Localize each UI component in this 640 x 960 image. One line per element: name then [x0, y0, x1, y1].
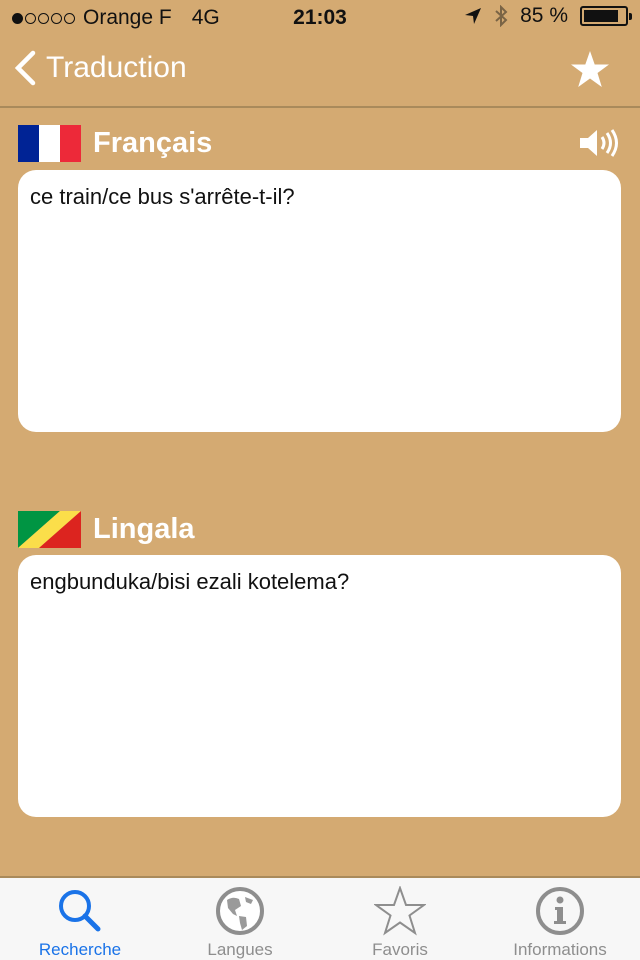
battery-percent: 85 % [520, 4, 568, 27]
star-outline-icon [374, 886, 426, 936]
network-type: 4G [191, 6, 220, 29]
tab-recherche[interactable]: Recherche [0, 878, 160, 960]
tab-label: Informations [513, 940, 607, 959]
tab-label: Recherche [38, 940, 122, 959]
target-text: engbunduka/bisi ezali kotelema? [30, 569, 350, 594]
star-icon [571, 51, 609, 87]
back-label: Traduction [46, 51, 187, 84]
back-button[interactable]: Traduction [14, 50, 187, 86]
source-text: ce train/ce bus s'arrête-t-il? [30, 184, 295, 209]
bluetooth-icon [495, 5, 508, 27]
search-icon [59, 890, 101, 932]
target-language-name: Lingala [93, 513, 195, 545]
globe-icon [216, 887, 264, 935]
status-bar: Orange F 4G 21:03 85 % [0, 0, 640, 36]
speaker-icon [580, 129, 618, 157]
tab-langues[interactable]: Langues [160, 878, 320, 960]
speak-button[interactable] [578, 128, 620, 163]
source-language-header: Français [18, 125, 212, 162]
tab-favoris[interactable]: Favoris [320, 878, 480, 960]
target-text-box[interactable]: engbunduka/bisi ezali kotelema? [18, 555, 621, 817]
source-language-name: Français [93, 127, 213, 159]
location-arrow-icon [465, 8, 482, 24]
info-icon [536, 887, 584, 935]
chevron-left-icon [14, 50, 36, 86]
tab-label: Langues [207, 940, 273, 959]
carrier-name: Orange F [83, 6, 172, 29]
signal-strength-icon [12, 12, 75, 24]
battery-icon [580, 6, 632, 26]
tab-bar: Recherche Langues Favoris Informations [0, 876, 640, 960]
target-language-header: Lingala [18, 511, 195, 548]
tab-label: Favoris [372, 940, 428, 959]
tab-informations[interactable]: Informations [480, 878, 640, 960]
congo-flag-icon [18, 511, 81, 548]
source-text-box[interactable]: ce train/ce bus s'arrête-t-il? [18, 170, 621, 432]
navigation-bar: Traduction [0, 36, 640, 108]
favorite-button[interactable] [570, 50, 610, 93]
france-flag-icon [18, 125, 81, 162]
